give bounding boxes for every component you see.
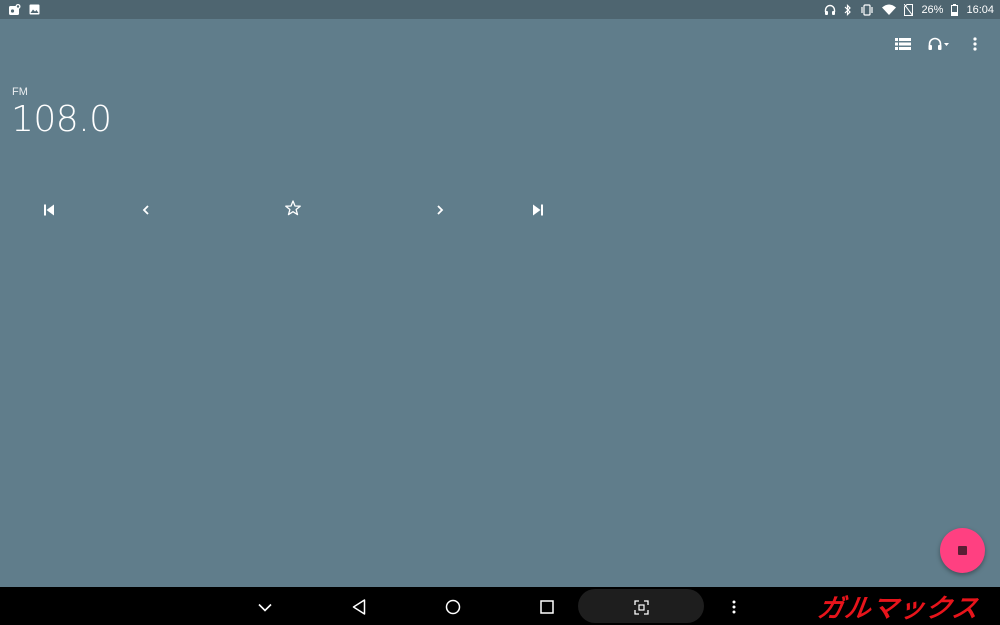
band-label: FM	[12, 86, 28, 98]
favorite-button[interactable]	[282, 199, 304, 221]
seek-back-button[interactable]	[135, 199, 157, 221]
more-vert-icon[interactable]	[964, 34, 986, 54]
home-icon[interactable]	[442, 596, 464, 618]
battery-percent: 26%	[921, 3, 944, 16]
nav-more-icon[interactable]	[723, 596, 745, 618]
vibrate-icon	[860, 3, 874, 16]
no-sim-icon	[904, 3, 914, 16]
battery-icon	[951, 3, 959, 16]
stop-button[interactable]	[940, 528, 985, 573]
notification-icon	[8, 3, 21, 16]
headphones-icon	[824, 4, 836, 16]
hide-nav-icon[interactable]	[254, 596, 276, 618]
back-icon[interactable]	[348, 596, 370, 618]
clock: 16:04	[966, 3, 994, 16]
frequency-display: 108.0	[11, 99, 112, 140]
skip-next-button[interactable]	[527, 199, 549, 221]
station-list-icon[interactable]	[892, 34, 914, 54]
wifi-icon	[882, 4, 897, 15]
seek-forward-button[interactable]	[429, 199, 451, 221]
watermark-logo: ガルマックス	[798, 588, 1000, 624]
watermark-text: ガルマックス	[815, 593, 982, 624]
recents-icon[interactable]	[536, 596, 558, 618]
image-icon	[29, 4, 40, 15]
favorite-star-icon	[285, 200, 301, 220]
skip-previous-icon	[43, 201, 55, 220]
stop-icon	[958, 546, 967, 555]
status-bar: 26% 16:04	[0, 0, 1000, 19]
bluetooth-icon	[844, 3, 852, 16]
seek-back-icon	[142, 201, 150, 220]
skip-next-icon	[532, 201, 544, 220]
toolbar	[892, 34, 986, 54]
seek-forward-icon	[436, 201, 444, 220]
skip-previous-button[interactable]	[38, 199, 60, 221]
headphones-output-icon[interactable]	[928, 34, 950, 54]
screenshot-icon[interactable]	[630, 596, 652, 618]
